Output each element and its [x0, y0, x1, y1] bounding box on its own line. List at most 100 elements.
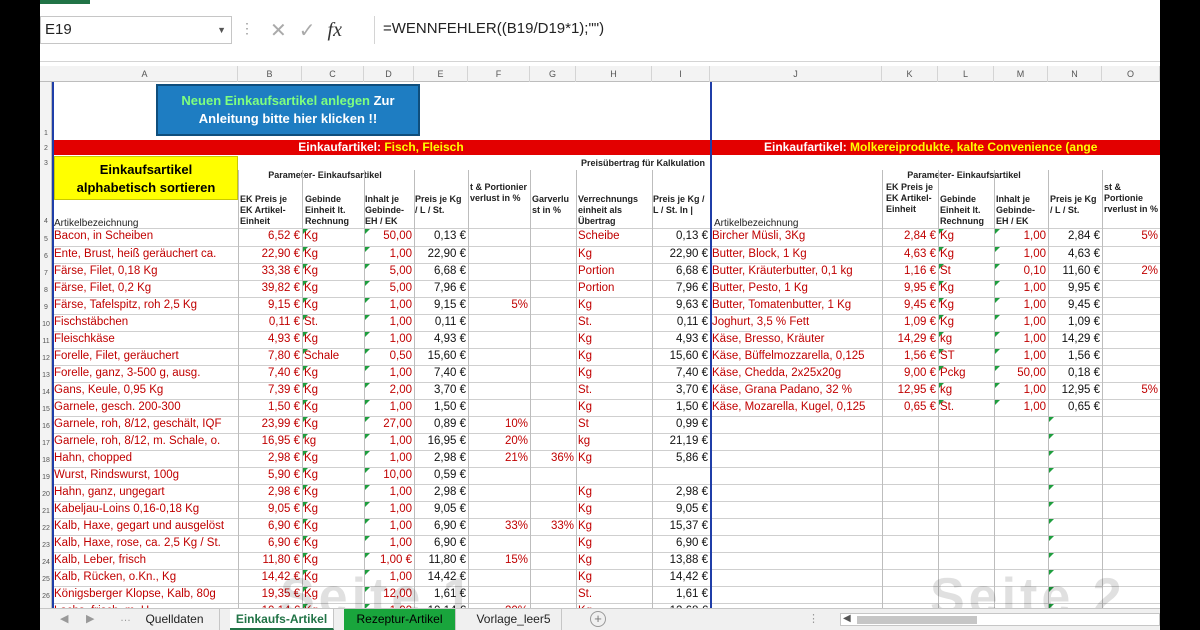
cell-left-18-2[interactable]: Kg [304, 450, 362, 466]
cell-right-5-1[interactable]: 2,84 € [884, 228, 936, 244]
worksheet-grid[interactable]: 1 2 3 4 5 6 7 8 9 10 11 12 13 14 15 16 17 18 19 20 21 22 23 24 2… [40, 82, 1160, 608]
cell-left-17-2[interactable]: kg [304, 433, 362, 449]
cell-left-10-0[interactable]: Fischstäbchen [54, 314, 236, 330]
row-header-3[interactable]: 3 [40, 160, 52, 167]
cell-left-21-1[interactable]: 9,05 € [240, 501, 300, 517]
cell-left-15-8[interactable]: 1,50 € [654, 399, 708, 415]
cell-left-17-0[interactable]: Garnele, roh, 8/12, m. Schale, o. [54, 433, 236, 449]
cell-left-9-4[interactable]: 9,15 € [416, 297, 466, 313]
cell-right-6-1[interactable]: 4,63 € [884, 246, 936, 262]
column-header-j[interactable]: J [710, 66, 882, 82]
cell-right-6-2[interactable]: Kg [940, 246, 992, 262]
cell-left-9-1[interactable]: 9,15 € [240, 297, 300, 313]
cell-left-6-0[interactable]: Ente, Brust, heiß geräuchert ca. [54, 246, 236, 262]
cell-right-5-4[interactable]: 2,84 € [1050, 228, 1100, 244]
cell-left-15-1[interactable]: 1,50 € [240, 399, 300, 415]
cell-left-6-7[interactable]: Kg [578, 246, 650, 262]
cell-left-22-7[interactable]: Kg [578, 518, 650, 534]
sheet-tab-vorlage-leer5[interactable]: Vorlage_leer5 [466, 609, 562, 630]
sheet-tab-einkaufs-artikel[interactable]: Einkaufs-Artikel [230, 609, 334, 630]
cell-left-5-4[interactable]: 0,13 € [416, 228, 466, 244]
cell-right-5-3[interactable]: 1,00 [996, 228, 1046, 244]
cell-left-23-8[interactable]: 6,90 € [654, 535, 708, 551]
cell-left-12-3[interactable]: 0,50 [366, 348, 412, 364]
cell-left-22-3[interactable]: 1,00 [366, 518, 412, 534]
tab-splitter-icon[interactable]: ⋮ [808, 612, 819, 625]
cell-left-20-2[interactable]: Kg [304, 484, 362, 500]
cell-left-24-1[interactable]: 11,80 € [240, 552, 300, 568]
cell-left-15-2[interactable]: Kg [304, 399, 362, 415]
row-header-24[interactable]: 24 [40, 559, 52, 566]
cell-left-16-7[interactable]: St [578, 416, 650, 432]
cell-left-8-2[interactable]: Kg [304, 280, 362, 296]
cell-left-7-2[interactable]: Kg [304, 263, 362, 279]
row-header-5[interactable]: 5 [40, 236, 52, 243]
cell-left-21-2[interactable]: Kg [304, 501, 362, 517]
row-header-8[interactable]: 8 [40, 287, 52, 294]
cell-right-5-5[interactable]: 5% [1104, 228, 1158, 244]
cell-right-6-0[interactable]: Butter, Block, 1 Kg [712, 246, 880, 262]
column-header-c[interactable]: C [302, 66, 364, 82]
cell-left-22-1[interactable]: 6,90 € [240, 518, 300, 534]
cell-right-11-4[interactable]: 14,29 € [1050, 331, 1100, 347]
row-header-25[interactable]: 25 [40, 576, 52, 583]
row-header-21[interactable]: 21 [40, 508, 52, 515]
cell-right-13-0[interactable]: Käse, Chedda, 2x25x20g [712, 365, 880, 381]
cell-left-16-8[interactable]: 0,99 € [654, 416, 708, 432]
cell-left-13-7[interactable]: Kg [578, 365, 650, 381]
cell-right-12-4[interactable]: 1,56 € [1050, 348, 1100, 364]
cell-left-13-0[interactable]: Forelle, ganz, 3-500 g, ausg. [54, 365, 236, 381]
cell-left-18-5[interactable]: 21% [470, 450, 528, 466]
cell-left-9-0[interactable]: Färse, Tafelspitz, roh 2,5 Kg [54, 297, 236, 313]
cell-right-14-0[interactable]: Käse, Grana Padano, 32 % [712, 382, 880, 398]
column-header-b[interactable]: B [238, 66, 302, 82]
column-header-o[interactable]: O [1102, 66, 1160, 82]
cell-left-19-3[interactable]: 10,00 [366, 467, 412, 483]
chevron-down-icon[interactable]: ▼ [217, 25, 226, 35]
cell-left-24-7[interactable]: Kg [578, 552, 650, 568]
cell-right-10-0[interactable]: Joghurt, 3,5 % Fett [712, 314, 880, 330]
column-header-e[interactable]: E [414, 66, 468, 82]
cell-left-20-7[interactable]: Kg [578, 484, 650, 500]
prev-sheet-icon[interactable]: ◀ [60, 612, 68, 625]
insert-function-icon[interactable]: fx [328, 19, 342, 42]
cell-left-8-3[interactable]: 5,00 [366, 280, 412, 296]
cell-right-13-3[interactable]: 50,00 [996, 365, 1046, 381]
new-article-button[interactable]: Neuen Einkaufsartikel anlegen Zur Anleit… [156, 84, 420, 136]
cell-right-9-4[interactable]: 9,45 € [1050, 297, 1100, 313]
cell-right-7-1[interactable]: 1,16 € [884, 263, 936, 279]
cell-left-19-1[interactable]: 5,90 € [240, 467, 300, 483]
cell-left-26-7[interactable]: St. [578, 586, 650, 602]
cell-left-13-2[interactable]: Kg [304, 365, 362, 381]
row-header-18[interactable]: 18 [40, 457, 52, 464]
cancel-icon[interactable]: ✕ [270, 18, 287, 43]
cell-left-12-7[interactable]: Kg [578, 348, 650, 364]
cell-right-12-3[interactable]: 1,00 [996, 348, 1046, 364]
row-header-13[interactable]: 13 [40, 372, 52, 379]
cell-left-25-0[interactable]: Kalb, Rücken, o.Kn., Kg [54, 569, 236, 585]
cell-left-20-8[interactable]: 2,98 € [654, 484, 708, 500]
row-header-1[interactable]: 1 [40, 130, 52, 137]
cell-left-5-1[interactable]: 6,52 € [240, 228, 300, 244]
cell-left-6-4[interactable]: 22,90 € [416, 246, 466, 262]
cell-left-20-4[interactable]: 2,98 € [416, 484, 466, 500]
cell-left-19-0[interactable]: Wurst, Rindswurst, 100g [54, 467, 236, 483]
cell-right-11-3[interactable]: 1,00 [996, 331, 1046, 347]
cell-left-13-8[interactable]: 7,40 € [654, 365, 708, 381]
cell-right-12-2[interactable]: ST [940, 348, 992, 364]
add-sheet-icon[interactable]: + [590, 611, 606, 627]
cell-left-15-3[interactable]: 1,00 [366, 399, 412, 415]
column-header-a[interactable]: A [52, 66, 238, 82]
cell-left-21-0[interactable]: Kabeljau-Loins 0,16-0,18 Kg [54, 501, 236, 517]
cell-left-14-0[interactable]: Gans, Keule, 0,95 Kg [54, 382, 236, 398]
cell-left-10-1[interactable]: 0,11 € [240, 314, 300, 330]
cell-left-12-8[interactable]: 15,60 € [654, 348, 708, 364]
cell-left-20-1[interactable]: 2,98 € [240, 484, 300, 500]
sheet-tab-quelldaten[interactable]: Quelldaten [130, 609, 220, 630]
row-header-19[interactable]: 19 [40, 474, 52, 481]
cell-right-7-5[interactable]: 2% [1104, 263, 1158, 279]
cell-right-13-4[interactable]: 0,18 € [1050, 365, 1100, 381]
cell-right-5-2[interactable]: Kg [940, 228, 992, 244]
cell-right-12-1[interactable]: 1,56 € [884, 348, 936, 364]
cell-left-10-3[interactable]: 1,00 [366, 314, 412, 330]
